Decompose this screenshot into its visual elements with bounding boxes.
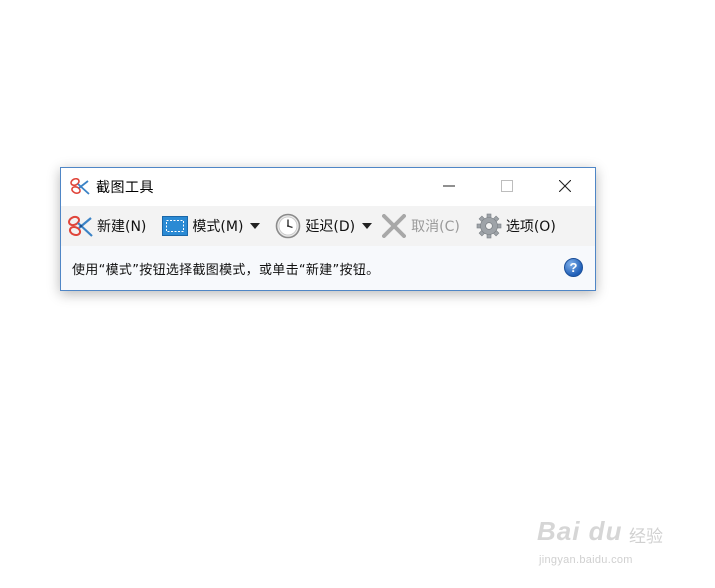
maximize-button[interactable] <box>478 168 536 204</box>
rectangle-snip-icon <box>160 211 190 241</box>
baidu-watermark: Bai du 经验 jingyan.baidu.com <box>537 512 677 574</box>
mode-dropdown-arrow[interactable] <box>245 211 265 241</box>
mode-label: 模式(M) <box>192 219 244 235</box>
minimize-icon <box>443 185 455 187</box>
status-message: 使用“模式”按钮选择截图模式，或单击“新建”按钮。 <box>72 262 380 278</box>
options-button[interactable]: 选项(O) <box>472 210 558 242</box>
title-bar[interactable]: 截图工具 <box>61 168 595 206</box>
snipping-tool-window: 截图工具 新建(N) 模式(M) 延迟(D) 取消(C) 选项(O) 使用“模式… <box>60 167 596 291</box>
desktop-background: 截图工具 新建(N) 模式(M) 延迟(D) 取消(C) 选项(O) 使用“模式… <box>0 0 715 588</box>
close-button[interactable] <box>536 168 594 204</box>
delay-label: 延迟(D) <box>305 219 356 235</box>
close-icon <box>559 180 571 192</box>
options-label: 选项(O) <box>505 219 556 235</box>
cancel-button[interactable]: 取消(C) <box>377 210 462 242</box>
watermark-product: 经验 <box>629 527 663 546</box>
watermark-brand: Bai du <box>537 516 623 546</box>
minimize-button[interactable] <box>420 168 478 204</box>
clock-icon <box>273 211 303 241</box>
new-snip-button[interactable]: 新建(N) <box>63 210 148 242</box>
cancel-x-icon <box>379 211 409 241</box>
chevron-down-icon <box>250 223 261 229</box>
scissors-icon <box>65 211 95 241</box>
delay-button[interactable]: 延迟(D) <box>271 210 357 242</box>
maximize-icon <box>501 180 513 192</box>
new-snip-label: 新建(N) <box>97 219 147 235</box>
chevron-down-icon <box>362 223 373 229</box>
gear-icon <box>474 211 504 241</box>
toolbar: 新建(N) 模式(M) 延迟(D) 取消(C) 选项(O) <box>61 206 595 246</box>
status-bar: 使用“模式”按钮选择截图模式，或单击“新建”按钮。 ? <box>61 246 595 290</box>
watermark-url: jingyan.baidu.com <box>539 554 633 566</box>
help-icon[interactable]: ? <box>564 258 583 277</box>
window-title: 截图工具 <box>96 180 154 196</box>
cancel-label: 取消(C) <box>411 219 460 235</box>
delay-dropdown-arrow[interactable] <box>357 211 377 241</box>
scissors-app-icon <box>69 176 91 198</box>
mode-button[interactable]: 模式(M) <box>158 210 245 242</box>
